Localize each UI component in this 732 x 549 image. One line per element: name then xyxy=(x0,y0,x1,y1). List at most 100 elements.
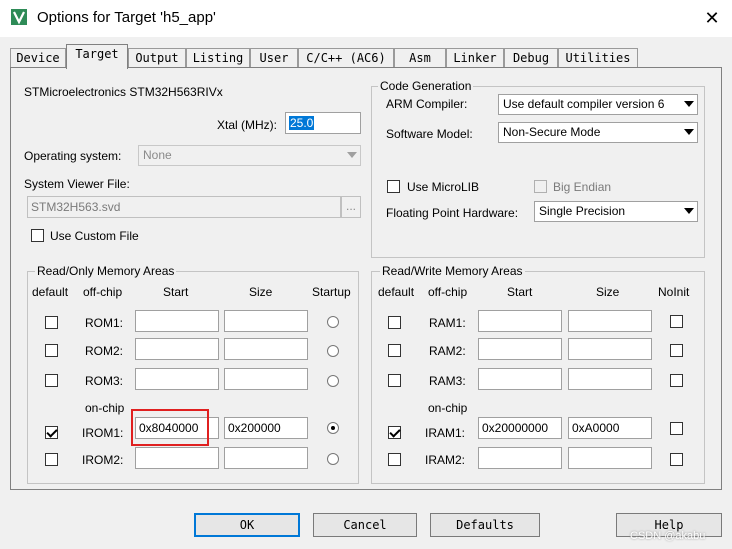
irom1-default-checkbox[interactable] xyxy=(45,426,58,439)
arm-compiler-select[interactable]: Use default compiler version 6 xyxy=(498,94,698,115)
irom1-label: IROM1: xyxy=(82,426,124,440)
ro-header-startup: Startup xyxy=(312,285,351,299)
ram2-noinit-checkbox[interactable] xyxy=(670,344,683,357)
iram1-default-checkbox[interactable] xyxy=(388,426,401,439)
ram2-start-input[interactable] xyxy=(478,338,562,360)
window-title: Options for Target 'h5_app' xyxy=(37,9,216,26)
watermark: CSDN @akabu xyxy=(630,530,706,542)
tab-user[interactable]: User xyxy=(250,48,298,68)
ro-header-start: Start xyxy=(163,285,189,299)
svd-browse-button[interactable]: ... xyxy=(341,196,361,218)
ram3-start-input[interactable] xyxy=(478,368,562,390)
iram2-size-input[interactable] xyxy=(568,447,652,469)
ram3-size-input[interactable] xyxy=(568,368,652,390)
iram1-size-input[interactable]: 0xA0000 xyxy=(568,417,652,439)
iram2-noinit-checkbox[interactable] xyxy=(670,453,683,466)
ram1-default-checkbox[interactable] xyxy=(388,316,401,329)
rom1-label: ROM1: xyxy=(85,316,124,330)
irom1-size-input[interactable]: 0x200000 xyxy=(224,417,308,439)
fp-hardware-select[interactable]: Single Precision xyxy=(534,201,698,222)
rom2-startup-radio[interactable] xyxy=(327,345,339,357)
software-model-select[interactable]: Non-Secure Mode xyxy=(498,122,698,143)
rom2-size-input[interactable] xyxy=(224,338,308,360)
arm-compiler-label: ARM Compiler: xyxy=(386,97,468,111)
arm-compiler-value: Use default compiler version 6 xyxy=(503,97,665,111)
cancel-button[interactable]: Cancel xyxy=(313,513,417,537)
defaults-button[interactable]: Defaults xyxy=(430,513,540,537)
svd-label: System Viewer File: xyxy=(24,177,130,191)
ro-header-offchip: off-chip xyxy=(83,285,123,299)
irom2-start-input[interactable] xyxy=(135,447,219,469)
iram1-noinit-checkbox[interactable] xyxy=(670,422,683,435)
rom2-default-checkbox[interactable] xyxy=(45,344,58,357)
big-endian-checkbox[interactable] xyxy=(534,180,547,193)
custom-file-checkbox[interactable] xyxy=(31,229,44,242)
custom-file-label: Use Custom File xyxy=(50,229,139,243)
os-label: Operating system: xyxy=(24,149,122,163)
ok-button[interactable]: OK xyxy=(194,513,300,537)
rom3-start-input[interactable] xyxy=(135,368,219,390)
rw-onchip-label: on-chip xyxy=(428,401,468,415)
microlib-checkbox[interactable] xyxy=(387,180,400,193)
iram2-start-input[interactable] xyxy=(478,447,562,469)
tab-debug[interactable]: Debug xyxy=(504,48,558,68)
ro-onchip-label: on-chip xyxy=(85,401,125,415)
tab-device[interactable]: Device xyxy=(10,48,66,68)
rw-header-noinit: NoInit xyxy=(658,285,690,299)
chevron-down-icon xyxy=(684,129,694,135)
rw-memory-title: Read/Write Memory Areas xyxy=(380,264,525,278)
ro-header-default: default xyxy=(32,285,69,299)
rom1-startup-radio[interactable] xyxy=(327,316,339,328)
irom2-label: IROM2: xyxy=(82,453,124,467)
close-icon[interactable]: ✕ xyxy=(700,6,724,30)
fp-hardware-label: Floating Point Hardware: xyxy=(386,206,519,220)
ram2-size-input[interactable] xyxy=(568,338,652,360)
os-value: None xyxy=(143,148,172,162)
ram3-noinit-checkbox[interactable] xyxy=(670,374,683,387)
big-endian-label: Big Endian xyxy=(553,180,612,194)
ram1-start-input[interactable] xyxy=(478,310,562,332)
irom2-size-input[interactable] xyxy=(224,447,308,469)
rom3-label: ROM3: xyxy=(85,374,124,388)
irom1-startup-radio[interactable] xyxy=(327,422,339,434)
rom1-start-input[interactable] xyxy=(135,310,219,332)
iram1-label: IRAM1: xyxy=(425,426,466,440)
tab-asm[interactable]: Asm xyxy=(394,48,446,68)
rom1-size-input[interactable] xyxy=(224,310,308,332)
ram1-label: RAM1: xyxy=(429,316,466,330)
xtal-input[interactable]: 25.0 xyxy=(285,112,361,134)
rom2-label: ROM2: xyxy=(85,344,124,358)
ram2-default-checkbox[interactable] xyxy=(388,344,401,357)
tab-linker[interactable]: Linker xyxy=(446,48,504,68)
keil-uvision-icon xyxy=(11,9,27,25)
ram1-size-input[interactable] xyxy=(568,310,652,332)
ro-header-size: Size xyxy=(249,285,273,299)
tab-output[interactable]: Output xyxy=(128,48,186,68)
rom3-default-checkbox[interactable] xyxy=(45,374,58,387)
ram3-label: RAM3: xyxy=(429,374,466,388)
iram2-default-checkbox[interactable] xyxy=(388,453,401,466)
rw-header-default: default xyxy=(378,285,415,299)
ram2-label: RAM2: xyxy=(429,344,466,358)
irom2-startup-radio[interactable] xyxy=(327,453,339,465)
rom3-startup-radio[interactable] xyxy=(327,375,339,387)
rom1-default-checkbox[interactable] xyxy=(45,316,58,329)
rom2-start-input[interactable] xyxy=(135,338,219,360)
tab-cpp[interactable]: C/C++ (AC6) xyxy=(298,48,394,68)
iram1-start-input[interactable]: 0x20000000 xyxy=(478,417,562,439)
ram3-default-checkbox[interactable] xyxy=(388,374,401,387)
tab-listing[interactable]: Listing xyxy=(186,48,250,68)
os-select[interactable]: None xyxy=(138,145,361,166)
ro-memory-title: Read/Only Memory Areas xyxy=(35,264,177,278)
tab-utilities[interactable]: Utilities xyxy=(558,48,638,68)
irom2-default-checkbox[interactable] xyxy=(45,453,58,466)
rw-header-size: Size xyxy=(596,285,620,299)
iram2-label: IRAM2: xyxy=(425,453,466,467)
microlib-label: Use MicroLIB xyxy=(407,180,480,194)
ram1-noinit-checkbox[interactable] xyxy=(670,315,683,328)
code-generation-title: Code Generation xyxy=(378,79,474,93)
rw-header-start: Start xyxy=(507,285,533,299)
tab-target[interactable]: Target xyxy=(66,44,128,69)
rom3-size-input[interactable] xyxy=(224,368,308,390)
svd-input[interactable]: STM32H563.svd xyxy=(27,196,341,218)
